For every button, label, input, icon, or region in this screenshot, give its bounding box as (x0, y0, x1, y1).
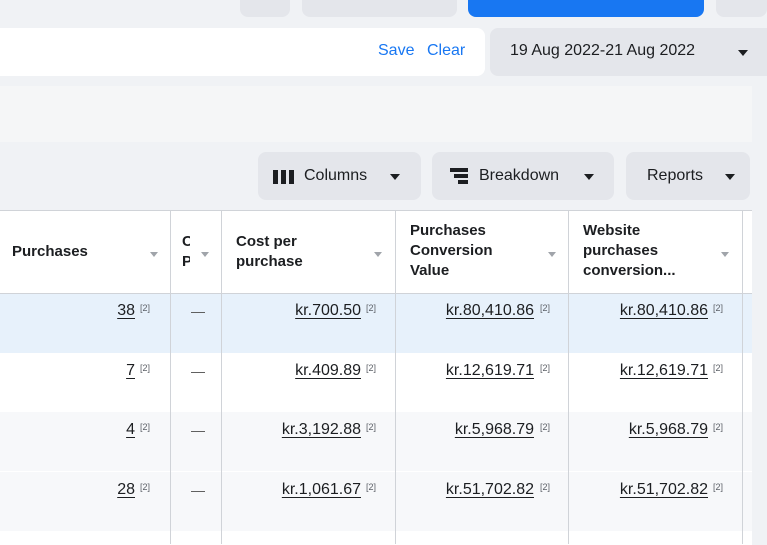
info-note-icon[interactable]: [2] (540, 303, 550, 313)
reports-chevron-down-icon (725, 174, 735, 180)
conversion-value-cell[interactable]: kr.5,968.79 (455, 421, 534, 439)
header-line: conversion... (583, 262, 676, 279)
sort-chevron-icon[interactable] (721, 252, 729, 257)
info-note-icon[interactable]: [2] (140, 363, 150, 373)
top-tab-primary[interactable] (468, 0, 704, 17)
purchases-cell[interactable]: 38 (117, 302, 135, 320)
sort-chevron-icon[interactable] (548, 252, 556, 257)
info-note-icon[interactable]: [2] (540, 422, 550, 432)
info-note-icon[interactable]: [2] (713, 363, 723, 373)
breakdown-icon (450, 168, 468, 184)
info-note-icon[interactable]: [2] (713, 303, 723, 313)
header-collapsed[interactable]: C P (182, 232, 190, 272)
top-tab-2[interactable] (302, 0, 457, 17)
clear-link[interactable]: Clear (427, 42, 465, 60)
columns-chevron-down-icon (390, 174, 400, 180)
cost-per-purchase-cell[interactable]: kr.3,192.88 (282, 421, 361, 439)
reports-label: Reports (647, 167, 704, 184)
sort-chevron-icon[interactable] (150, 252, 158, 257)
breakdown-chevron-down-icon (584, 174, 594, 180)
info-note-icon[interactable]: [2] (366, 363, 376, 373)
header-cost-per-purchase[interactable]: Cost per purchase (236, 232, 303, 272)
purchases-cell[interactable]: 4 (126, 421, 135, 439)
columns-label: Columns (304, 167, 368, 184)
info-note-icon[interactable]: [2] (713, 482, 723, 492)
header-line: purchases (583, 242, 659, 259)
date-chevron-down-icon (738, 50, 748, 56)
header-line: Purchases (410, 222, 486, 239)
website-conversion-cell[interactable]: kr.51,702.82 (620, 481, 708, 499)
column-divider (742, 211, 743, 544)
empty-value-dash: — (191, 303, 205, 319)
purchases-cell[interactable]: 28 (117, 481, 135, 499)
info-note-icon[interactable]: [2] (366, 482, 376, 492)
info-note-icon[interactable]: [2] (366, 422, 376, 432)
info-note-icon[interactable]: [2] (366, 303, 376, 313)
info-note-icon[interactable]: [2] (540, 482, 550, 492)
columns-icon (273, 170, 294, 184)
header-purchases-conversion-value[interactable]: Purchases Conversion Value (410, 221, 493, 281)
date-range-label: 19 Aug 2022-21 Aug 2022 (510, 42, 696, 59)
empty-value-dash: — (191, 422, 205, 438)
header-line: purchase (236, 253, 303, 270)
column-divider (221, 211, 222, 544)
info-note-icon[interactable]: [2] (140, 303, 150, 313)
conversion-value-cell[interactable]: kr.51,702.82 (446, 481, 534, 499)
column-divider (568, 211, 569, 544)
column-divider (395, 211, 396, 544)
website-conversion-cell[interactable]: kr.5,968.79 (629, 421, 708, 439)
header-line: Conversion (410, 242, 493, 259)
website-conversion-cell[interactable]: kr.12,619.71 (620, 362, 708, 380)
header-line: Cost per (236, 233, 297, 250)
empty-value-dash: — (191, 363, 205, 379)
empty-panel (0, 86, 752, 142)
conversion-value-cell[interactable]: kr.80,410.86 (446, 302, 534, 320)
sort-chevron-icon[interactable] (374, 252, 382, 257)
info-note-icon[interactable]: [2] (140, 422, 150, 432)
header-purchases[interactable]: Purchases (12, 242, 88, 262)
info-note-icon[interactable]: [2] (713, 422, 723, 432)
empty-value-dash: — (191, 482, 205, 498)
cost-per-purchase-cell[interactable]: kr.1,061.67 (282, 481, 361, 499)
website-conversion-cell[interactable]: kr.80,410.86 (620, 302, 708, 320)
conversion-value-cell[interactable]: kr.12,619.71 (446, 362, 534, 380)
info-note-icon[interactable]: [2] (140, 482, 150, 492)
top-tab-4[interactable] (716, 0, 767, 17)
cost-per-purchase-cell[interactable]: kr.409.89 (295, 362, 361, 380)
header-line: Value (410, 262, 450, 279)
breakdown-label: Breakdown (479, 167, 560, 184)
header-website-purchases-conversion[interactable]: Website purchases conversion... (583, 221, 676, 281)
sort-chevron-icon[interactable] (201, 252, 209, 257)
column-divider (170, 211, 171, 544)
save-link[interactable]: Save (378, 42, 414, 60)
info-note-icon[interactable]: [2] (540, 363, 550, 373)
purchases-cell[interactable]: 7 (126, 362, 135, 380)
cost-per-purchase-cell[interactable]: kr.700.50 (295, 302, 361, 320)
header-line: Website (583, 222, 641, 239)
top-tab-1[interactable] (240, 0, 290, 17)
